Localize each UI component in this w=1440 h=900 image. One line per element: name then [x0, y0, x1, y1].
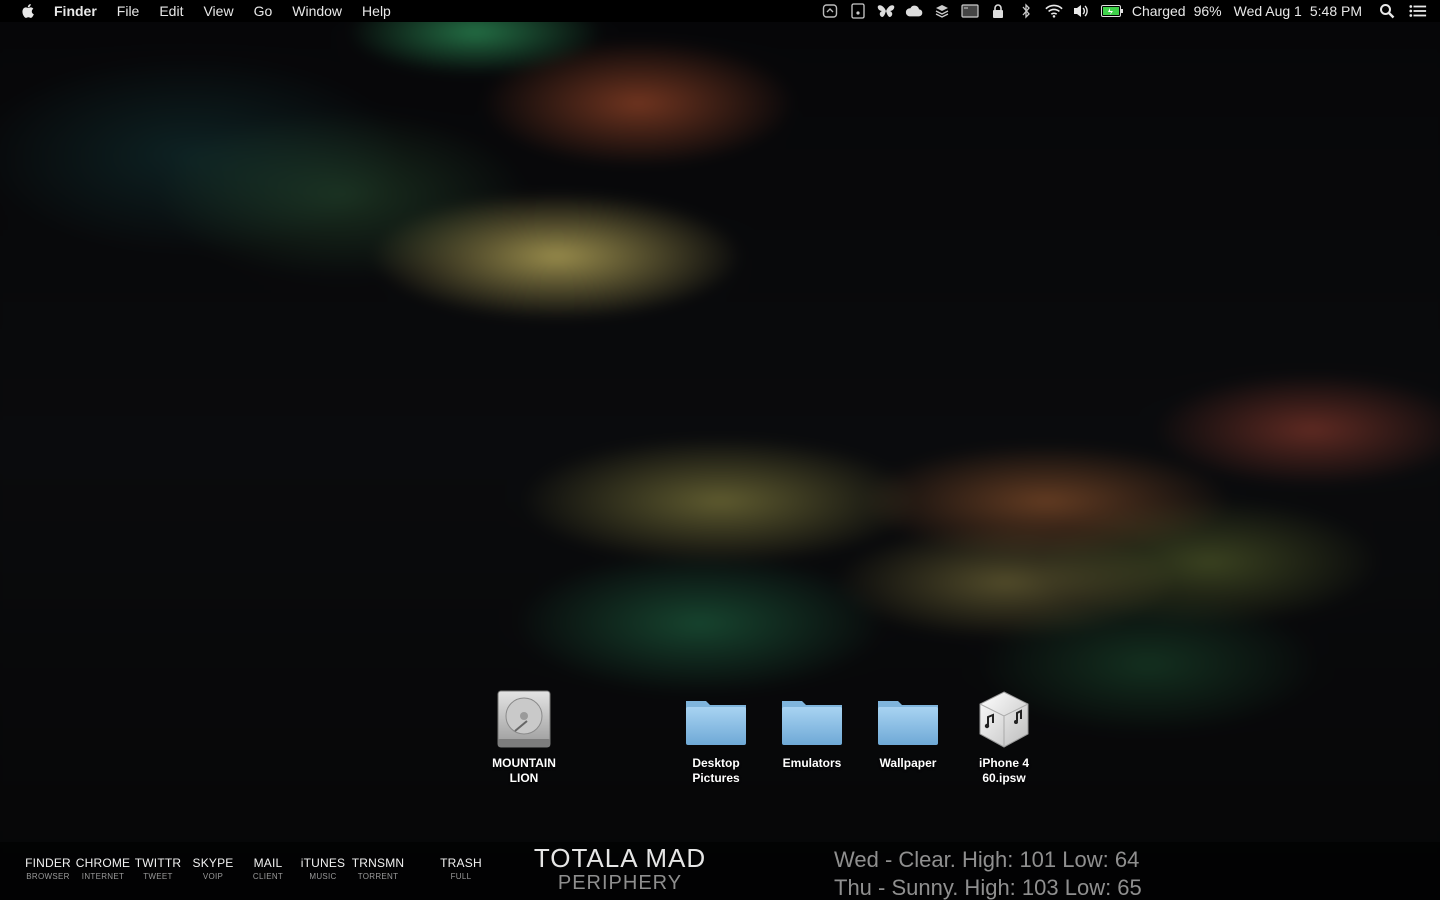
menu-go[interactable]: Go [244, 0, 283, 22]
now-playing-title: TOTALA MAD [533, 843, 707, 873]
launcher-name: TWITTR [134, 856, 182, 870]
launcher-name: MAIL [253, 856, 283, 870]
menu-bar: Finder File Edit View Go Window Help Cha… [0, 0, 1440, 22]
menu-file[interactable]: File [107, 0, 150, 22]
launcher-mail[interactable]: MAIL CLIENT [238, 856, 298, 882]
spotlight-search-icon[interactable] [1378, 3, 1396, 19]
bluetooth-icon[interactable] [1017, 3, 1035, 19]
wifi-icon[interactable] [1045, 3, 1063, 19]
battery-status-text: Charged [1131, 3, 1186, 19]
desktop-icon-desktop-pictures[interactable]: Desktop Pictures [668, 688, 764, 786]
apple-menu-icon[interactable] [20, 3, 36, 19]
menu-view[interactable]: View [193, 0, 243, 22]
launcher-name: FINDER [25, 856, 71, 870]
now-playing-widget: TOTALA MAD PERIPHERY [520, 844, 720, 894]
launcher-name: iTUNES [300, 856, 346, 870]
launcher-name: CHROME [75, 856, 131, 870]
launcher-itunes[interactable]: iTUNES MUSIC [293, 856, 353, 882]
launcher-trash[interactable]: TRASH FULL [431, 856, 491, 882]
launcher-name: TRASH [440, 856, 482, 870]
menu-help[interactable]: Help [352, 0, 401, 22]
launcher-transmission[interactable]: TRNSMN TORRENT [348, 856, 408, 882]
folder-icon [876, 688, 940, 752]
launcher-name: SKYPE [192, 856, 234, 870]
weather-forecast-day-1: Wed - Clear. High: 101 Low: 64 [834, 847, 1140, 872]
launcher-subtitle: TORRENT [357, 872, 399, 881]
now-playing-artist: PERIPHERY [557, 872, 683, 894]
weather-widget: Wed - Clear. High: 101 Low: 64 Thu - Sun… [834, 846, 1254, 900]
layers-icon[interactable] [933, 3, 951, 19]
volume-icon[interactable] [1073, 3, 1091, 19]
launcher-subtitle: CLIENT [252, 872, 284, 881]
ipsw-file-icon [972, 688, 1036, 752]
launcher-subtitle: TWEET [143, 872, 173, 881]
desktop-icon-iphone-ipsw[interactable]: iPhone 4 60.ipsw [956, 688, 1052, 786]
desktop-icon-emulators[interactable]: Emulators [764, 688, 860, 771]
launcher-subtitle: FULL [450, 872, 472, 881]
battery-icon[interactable] [1100, 3, 1123, 19]
folder-icon [684, 688, 748, 752]
dropzone-icon[interactable] [821, 3, 839, 19]
bottom-launcher-bar: FINDER BROWSER CHROME INTERNET TWITTR TW… [0, 842, 1440, 900]
menu-app-finder[interactable]: Finder [52, 0, 107, 22]
clock-time[interactable]: 5:48 PM [1310, 3, 1362, 19]
launcher-twitter[interactable]: TWITTR TWEET [128, 856, 188, 882]
launcher-subtitle: BROWSER [26, 872, 70, 881]
notes-icon[interactable] [849, 3, 867, 19]
weather-forecast-day-2: Thu - Sunny. High: 103 Low: 65 [834, 875, 1142, 900]
desktop-icon-label: Wallpaper [879, 756, 937, 770]
folder-icon [780, 688, 844, 752]
battery-percent-text: 96% [1193, 3, 1222, 19]
menu-bar-right: Charged 96% Wed Aug 1 5:48 PM [816, 0, 1440, 22]
clock-date[interactable]: Wed Aug 1 [1234, 3, 1302, 19]
cloud-icon[interactable] [905, 3, 923, 19]
launcher-subtitle: MUSIC [309, 872, 337, 881]
desktop-screen: Finder File Edit View Go Window Help Cha… [0, 0, 1440, 900]
notification-center-icon[interactable] [1409, 3, 1427, 19]
butterfly-icon[interactable] [877, 3, 895, 19]
desktop-icon-label: MOUNTAIN LION [492, 756, 556, 785]
hard-drive-icon [492, 688, 556, 752]
terminal-icon[interactable] [961, 3, 979, 19]
launcher-subtitle: INTERNET [81, 872, 125, 881]
desktop-icon-wallpaper[interactable]: Wallpaper [860, 688, 956, 771]
launcher-skype[interactable]: SKYPE VOIP [183, 856, 243, 882]
launcher-subtitle: VOIP [202, 872, 224, 881]
menu-bar-left: Finder File Edit View Go Window Help [0, 0, 401, 22]
desktop-icon-label: iPhone 4 60.ipsw [978, 756, 1029, 785]
menu-window[interactable]: Window [282, 0, 352, 22]
lock-icon[interactable] [989, 3, 1007, 19]
launcher-finder[interactable]: FINDER BROWSER [18, 856, 78, 882]
desktop-icon-label: Desktop Pictures [692, 756, 740, 785]
desktop-icon-label: Emulators [782, 756, 842, 770]
desktop-icon-mountain-lion[interactable]: MOUNTAIN LION [476, 688, 572, 786]
launcher-chrome[interactable]: CHROME INTERNET [73, 856, 133, 882]
menu-edit[interactable]: Edit [149, 0, 193, 22]
launcher-name: TRNSMN [351, 856, 405, 870]
